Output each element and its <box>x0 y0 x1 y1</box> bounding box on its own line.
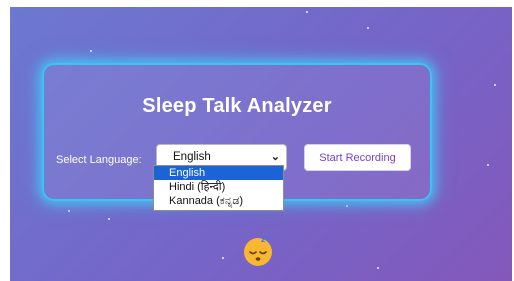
language-dropdown-list: English Hindi (हिन्दी) Kannada (ಕನ್ನಡ) <box>153 165 284 211</box>
star-decoration <box>90 50 92 52</box>
star-decoration <box>108 218 110 220</box>
language-select-value: English <box>173 151 211 163</box>
star-decoration <box>377 267 379 269</box>
chevron-down-icon: ⌄ <box>270 151 280 163</box>
star-decoration <box>346 205 348 207</box>
app-background: Sleep Talk Analyzer Select Language: Eng… <box>10 7 512 281</box>
language-option-kannada[interactable]: Kannada (ಕನ್ನಡ) <box>154 194 283 208</box>
star-decoration <box>222 257 224 259</box>
svg-text:z: z <box>261 236 265 244</box>
star-decoration <box>68 210 70 212</box>
star-decoration <box>494 84 496 86</box>
language-label: Select Language: <box>56 154 142 166</box>
star-decoration <box>367 27 369 29</box>
star-decoration <box>487 164 489 166</box>
start-recording-button[interactable]: Start Recording <box>304 144 411 171</box>
svg-text:z: z <box>266 234 270 241</box>
star-decoration <box>306 11 308 13</box>
sleeping-face-icon: z z <box>244 234 272 266</box>
page-title: Sleep Talk Analyzer <box>142 95 332 117</box>
language-option-hindi[interactable]: Hindi (हिन्दी) <box>154 180 283 194</box>
language-option-english[interactable]: English <box>154 166 283 180</box>
